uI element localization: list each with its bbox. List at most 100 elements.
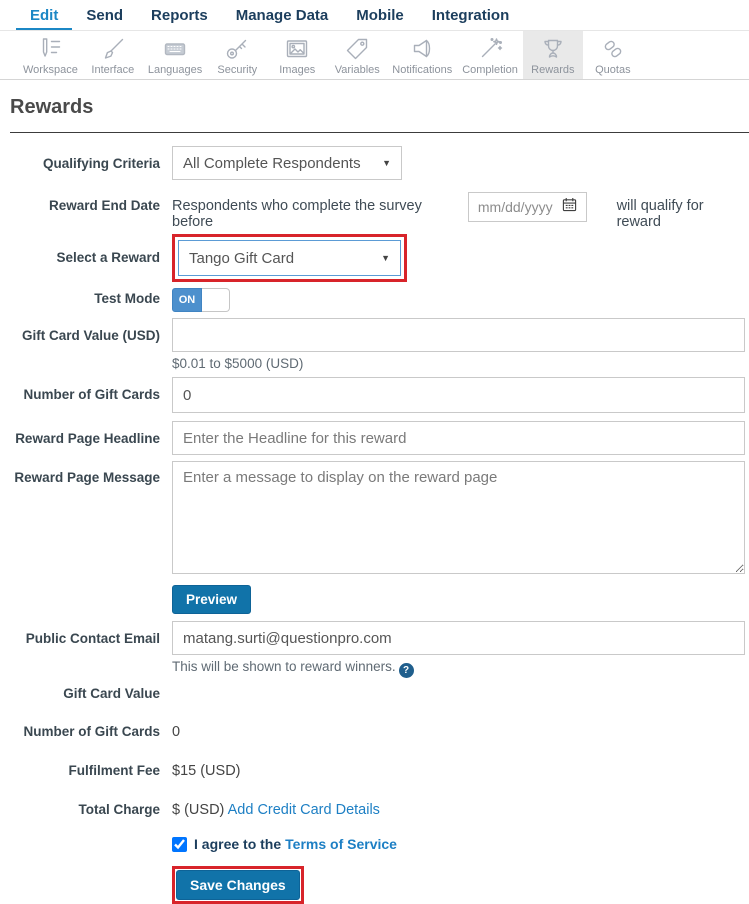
fulfilment-fee-label: Fulfilment Fee [0,763,160,779]
fulfilment-fee-row: Fulfilment Fee $15 (USD) [0,763,749,779]
number-of-gift-cards-label: Number of Gift Cards [0,377,160,402]
reward-page-message-row: Reward Page Message [0,461,749,579]
rewards-settings-panel: Rewards Qualifying Criteria All Complete… [0,96,749,904]
chevron-down-icon: ▼ [381,253,390,263]
reward-end-date-label: Reward End Date [0,190,160,213]
reward-page-headline-label: Reward Page Headline [0,421,160,446]
qualifying-criteria-label: Qualifying Criteria [0,146,160,171]
total-charge-value: $ (USD) Add Credit Card Details [172,802,380,818]
toolbar-item-quotas[interactable]: Quotas [583,31,643,79]
save-changes-button[interactable]: Save Changes [176,870,300,900]
hint-text: This will be shown to reward winners. [172,659,396,674]
help-icon[interactable]: ? [399,663,414,678]
total-charge-row: Total Charge $ (USD) Add Credit Card Det… [0,802,749,818]
reward-page-headline-row: Reward Page Headline [0,421,749,455]
public-contact-email-row: Public Contact Email This will be shown … [0,621,749,678]
quotas-icon [600,36,626,62]
summary-gift-card-value-label: Gift Card Value [0,686,160,701]
calendar-icon[interactable] [562,197,577,217]
date-placeholder: mm/dd/yyyy [478,199,553,215]
top-nav: Edit Send Reports Manage Data Mobile Int… [0,0,749,30]
reward-end-date-suffix: will qualify for reward [617,190,745,230]
toggle-on-segment: ON [172,288,202,312]
interface-icon [100,36,126,62]
page-title: Rewards [10,96,749,119]
completion-icon [477,36,503,62]
reward-page-message-label: Reward Page Message [0,461,160,485]
variables-icon [344,36,370,62]
images-icon [284,36,310,62]
select-reward-row: Select a Reward Tango Gift Card ▼ [0,234,749,282]
nav-tab-send[interactable]: Send [72,3,137,30]
security-icon [224,36,250,62]
toolbar-item-label: Images [279,64,315,76]
annotation-highlight-save: Save Changes [172,866,304,904]
summary-number-of-gift-cards: 0 [172,724,180,740]
preview-button[interactable]: Preview [172,585,251,614]
toolbar-item-label: Variables [335,64,380,76]
test-mode-row: Test Mode ON [0,286,749,312]
toolbar-item-images[interactable]: Images [267,31,327,79]
toolbar-item-variables[interactable]: Variables [327,31,387,79]
reward-end-date-prefix: Respondents who complete the survey befo… [172,190,452,230]
test-mode-label: Test Mode [0,286,160,306]
select-reward-select[interactable]: Tango Gift Card ▼ [178,240,401,276]
reward-end-date-input[interactable]: mm/dd/yyyy [468,192,587,222]
toolbar-item-completion[interactable]: Completion [457,31,523,79]
number-of-gift-cards-row: Number of Gift Cards [0,377,749,413]
gift-card-value-row: Gift Card Value (USD) $0.01 to $5000 (US… [0,318,749,371]
test-mode-toggle[interactable]: ON [172,288,230,312]
nav-tab-manage-data[interactable]: Manage Data [222,3,343,30]
reward-end-date-row: Reward End Date Respondents who complete… [0,190,749,230]
gift-card-value-input[interactable] [172,318,745,352]
qualifying-criteria-row: Qualifying Criteria All Complete Respond… [0,146,749,180]
public-contact-email-label: Public Contact Email [0,621,160,646]
annotation-highlight-select-reward: Tango Gift Card ▼ [172,234,407,282]
chevron-down-icon: ▼ [382,158,391,168]
public-contact-email-input[interactable] [172,621,745,655]
rewards-icon [540,36,566,62]
qualifying-criteria-select[interactable]: All Complete Respondents ▼ [172,146,402,180]
toggle-off-segment [202,288,230,312]
summary-number-of-gift-cards-label: Number of Gift Cards [0,724,160,740]
fulfilment-fee-value: $15 (USD) [172,763,241,779]
total-charge-amount: $ (USD) [172,802,224,818]
summary-gift-card-value-row: Gift Card Value [0,686,749,701]
gift-card-value-label: Gift Card Value (USD) [0,318,160,343]
toolbar-item-rewards[interactable]: Rewards [523,31,583,79]
agree-checkbox[interactable] [172,837,187,852]
toolbar-item-label: Completion [462,64,518,76]
toolbar-item-label: Rewards [531,64,574,76]
gift-card-value-hint: $0.01 to $5000 (USD) [172,356,745,371]
public-contact-email-hint: This will be shown to reward winners.? [172,659,745,678]
qualifying-criteria-value: All Complete Respondents [183,155,361,172]
terms-agreement-row: I agree to the Terms of Service [172,836,749,852]
toolbar-item-security[interactable]: Security [207,31,267,79]
nav-tab-integration[interactable]: Integration [418,3,524,30]
nav-tab-mobile[interactable]: Mobile [342,3,418,30]
reward-page-message-textarea[interactable] [172,461,745,574]
total-charge-label: Total Charge [0,802,160,818]
nav-tab-reports[interactable]: Reports [137,3,222,30]
toolbar-item-label: Interface [91,64,134,76]
select-reward-label: Select a Reward [0,234,160,265]
toolbar-item-languages[interactable]: Languages [143,31,207,79]
toolbar-item-label: Languages [148,64,202,76]
toolbar-item-interface[interactable]: Interface [83,31,143,79]
toolbar-item-label: Notifications [392,64,452,76]
languages-icon [162,36,188,62]
reward-page-headline-input[interactable] [172,421,745,455]
toolbar-item-label: Workspace [23,64,78,76]
select-reward-value: Tango Gift Card [189,250,294,267]
agree-text: I agree to the [194,836,281,852]
number-of-gift-cards-input[interactable] [172,377,745,413]
nav-tab-edit[interactable]: Edit [16,3,72,30]
toolbar-item-notifications[interactable]: Notifications [387,31,457,79]
toolbar-item-workspace[interactable]: Workspace [18,31,83,79]
toolbar-item-label: Quotas [595,64,630,76]
settings-toolbar: Workspace Interface Languages Security I… [0,30,749,80]
summary-number-of-gift-cards-row: Number of Gift Cards 0 [0,724,749,740]
workspace-icon [37,36,63,62]
terms-of-service-link[interactable]: Terms of Service [285,836,397,852]
add-credit-card-details-link[interactable]: Add Credit Card Details [228,802,380,818]
